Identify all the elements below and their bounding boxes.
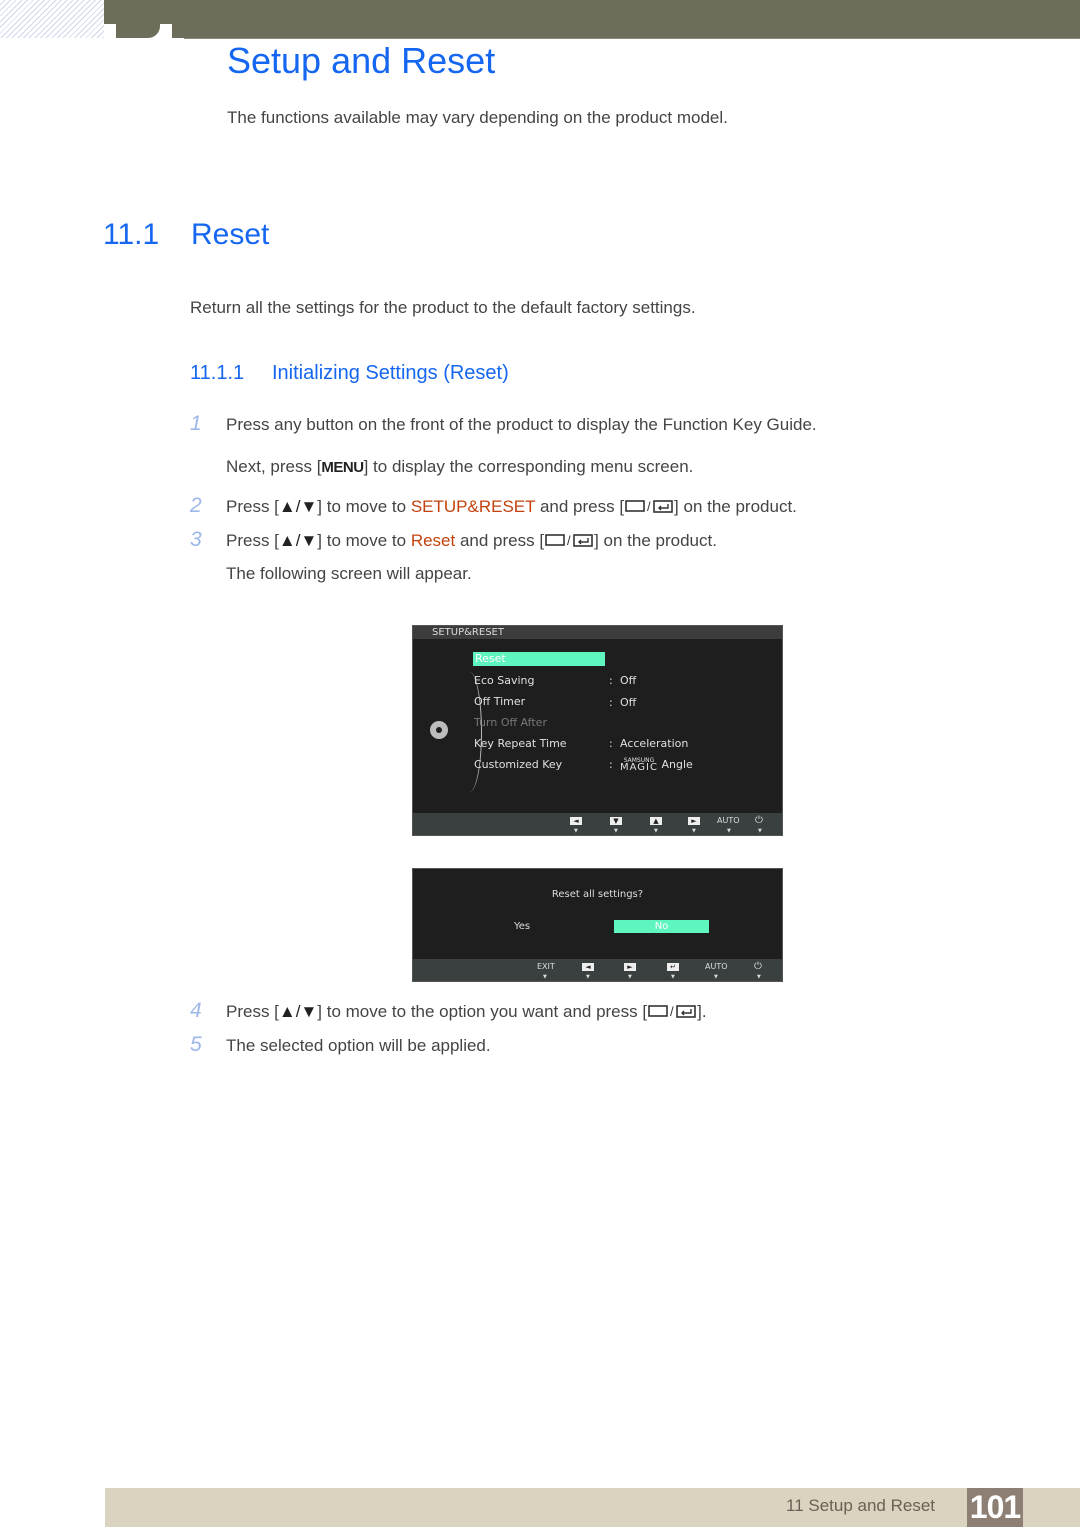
step-4: 4 Press [▲/▼] to move to the option you w… <box>190 999 707 1022</box>
auto-button[interactable]: AUTO <box>705 962 728 971</box>
svg-text:/: / <box>567 533 571 548</box>
menu-item-reset[interactable]: Reset <box>473 652 605 666</box>
samsung-magic-logo: SAMSUNG MAGIC <box>620 757 658 773</box>
yes-option[interactable]: Yes <box>514 921 530 932</box>
step-number: 1 <box>190 412 202 435</box>
step-2: 2 Press [▲/▼] to move to SETUP&RESET and … <box>190 494 797 517</box>
highlight-setup-reset: SETUP&RESET <box>410 497 536 516</box>
power-icon[interactable]: ⏻ <box>754 961 762 972</box>
page-number: 101 <box>967 1488 1023 1527</box>
step-text: The selected option will be applied. <box>226 1036 491 1055</box>
step-text: Press any button on the front of the pro… <box>226 415 817 434</box>
section-number: 11.1 <box>103 218 160 251</box>
menu-value-eco-saving: : Off <box>609 674 637 687</box>
up-down-arrows-icon: ▲/▼ <box>278 497 318 516</box>
osd-button-guide: ◄ ▼ ▼ ▼ ▲ ▼ ► ▼ AUTO ▼ ⏻ ▼ <box>413 813 782 835</box>
highlight-reset: Reset <box>410 531 456 550</box>
page-title: Setup and Reset <box>227 40 496 81</box>
enter-source-key-icon: / <box>545 533 593 548</box>
step-5: 5 The selected option will be applied. <box>190 1033 491 1057</box>
up-down-arrows-icon: ▲/▼ <box>278 1002 318 1021</box>
svg-text:/: / <box>647 499 651 514</box>
chapter-header-bar <box>104 0 1080 39</box>
intro-text: The functions available may vary dependi… <box>227 108 728 127</box>
step-1-sub: Next, press [MENU] to display the corres… <box>226 457 694 476</box>
left-button-icon[interactable]: ◄ <box>582 963 594 971</box>
down-button-icon[interactable]: ▼ <box>610 817 622 825</box>
step-3: 3 Press [▲/▼] to move to Reset and press … <box>190 528 717 551</box>
gear-icon <box>430 721 448 739</box>
left-button-icon[interactable]: ◄ <box>570 817 582 825</box>
step-number: 4 <box>190 999 202 1022</box>
osd-dialog-button-guide: EXIT ▼ ◄ ▼ ► ▼ ↵ ▼ AUTO ▼ ⏻ ▼ <box>413 959 782 981</box>
menu-item-customized-key[interactable]: Customized Key <box>474 758 562 771</box>
footer-chapter-label: 11 Setup and Reset <box>786 1496 936 1515</box>
auto-button[interactable]: AUTO <box>717 816 740 825</box>
power-icon[interactable]: ⏻ <box>755 815 763 826</box>
section-title: Reset <box>191 218 270 251</box>
dialog-question: Reset all settings? <box>551 889 644 900</box>
menu-item-turn-off-after: Turn Off After <box>474 716 547 729</box>
osd-reset-dialog: Reset all settings? Yes No EXIT ▼ ◄ ▼ ► ▼ ↵… <box>412 868 783 982</box>
menu-item-key-repeat-time[interactable]: Key Repeat Time <box>474 737 567 750</box>
menu-value-off-timer: : Off <box>609 696 637 709</box>
subsection-number: 11.1.1 <box>190 362 245 384</box>
enter-source-key-icon: / <box>625 499 673 514</box>
svg-text:/: / <box>670 1004 674 1019</box>
step-number: 2 <box>190 494 202 517</box>
menu-item-off-timer[interactable]: Off Timer <box>474 695 525 708</box>
right-button-icon[interactable]: ► <box>688 817 700 825</box>
osd-setup-reset-menu: SETUP&RESET Reset Eco Saving : Off Off Ti… <box>412 625 783 836</box>
no-option[interactable]: No <box>614 920 709 933</box>
menu-value-key-repeat-time: : Acceleration <box>609 737 689 750</box>
header-hatch-decoration <box>0 0 104 38</box>
enter-button-icon[interactable]: ↵ <box>667 963 679 971</box>
step-1: 1 Press any button on the front of the pr… <box>190 412 817 436</box>
menu-arc-decoration <box>457 672 482 792</box>
chapter-number-graphic <box>104 24 184 40</box>
step-number: 3 <box>190 528 202 551</box>
step-3-sub: The following screen will appear. <box>226 564 472 583</box>
exit-button[interactable]: EXIT <box>537 962 555 971</box>
section-heading: 11.1 Reset <box>103 218 269 252</box>
enter-source-key-icon: / <box>648 1004 696 1019</box>
up-button-icon[interactable]: ▲ <box>650 817 662 825</box>
osd-menu-title: SETUP&RESET <box>413 626 782 639</box>
subsection-title: Initializing Settings (Reset) <box>272 362 509 384</box>
step-number: 5 <box>190 1033 202 1056</box>
section-description: Return all the settings for the product … <box>190 298 696 317</box>
menu-value-customized-key: : SAMSUNG MAGIC Angle <box>609 757 693 773</box>
up-down-arrows-icon: ▲/▼ <box>278 531 318 550</box>
menu-item-eco-saving[interactable]: Eco Saving <box>474 674 534 687</box>
right-button-icon[interactable]: ► <box>624 963 636 971</box>
menu-key-icon: MENU <box>321 459 364 476</box>
subsection-heading: 11.1.1 Initializing Settings (Reset) <box>190 362 509 385</box>
